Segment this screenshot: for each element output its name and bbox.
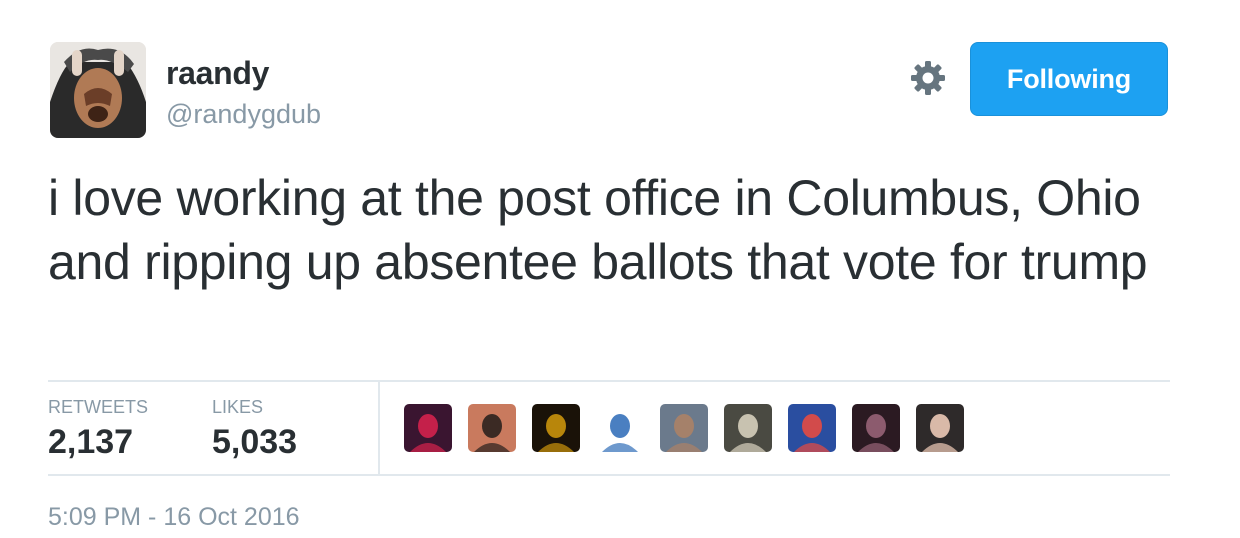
user-handle[interactable]: @randygdub [166,98,321,130]
liker-avatar-4[interactable] [596,404,644,452]
liker-avatar-8[interactable] [852,404,900,452]
liker-avatars [404,404,964,452]
likes-stat[interactable]: LIKES 5,033 [212,396,297,462]
display-name[interactable]: raandy [166,54,269,92]
likes-label: LIKES [212,397,264,417]
liker-avatar-2[interactable] [468,404,516,452]
divider-bottom [48,474,1170,476]
liker-avatar-7[interactable] [788,404,836,452]
user-avatar[interactable] [50,42,146,138]
retweets-stat[interactable]: RETWEETS 2,137 [48,396,148,462]
liker-avatar-1[interactable] [404,404,452,452]
stats-separator [378,382,380,474]
retweets-count: 2,137 [48,423,134,461]
liker-avatar-5[interactable] [660,404,708,452]
liker-avatar-6[interactable] [724,404,772,452]
liker-avatar-3[interactable] [532,404,580,452]
likes-count: 5,033 [212,423,298,461]
gear-icon[interactable] [908,58,948,98]
tweet-text: i love working at the post office in Col… [48,170,1148,290]
avatar-image [50,42,146,138]
following-button[interactable]: Following [970,42,1168,116]
divider-top [48,380,1170,382]
retweets-label: RETWEETS [48,397,149,417]
tweet-timestamp[interactable]: 5:09 PM - 16 Oct 2016 [48,502,300,532]
liker-avatar-9[interactable] [916,404,964,452]
